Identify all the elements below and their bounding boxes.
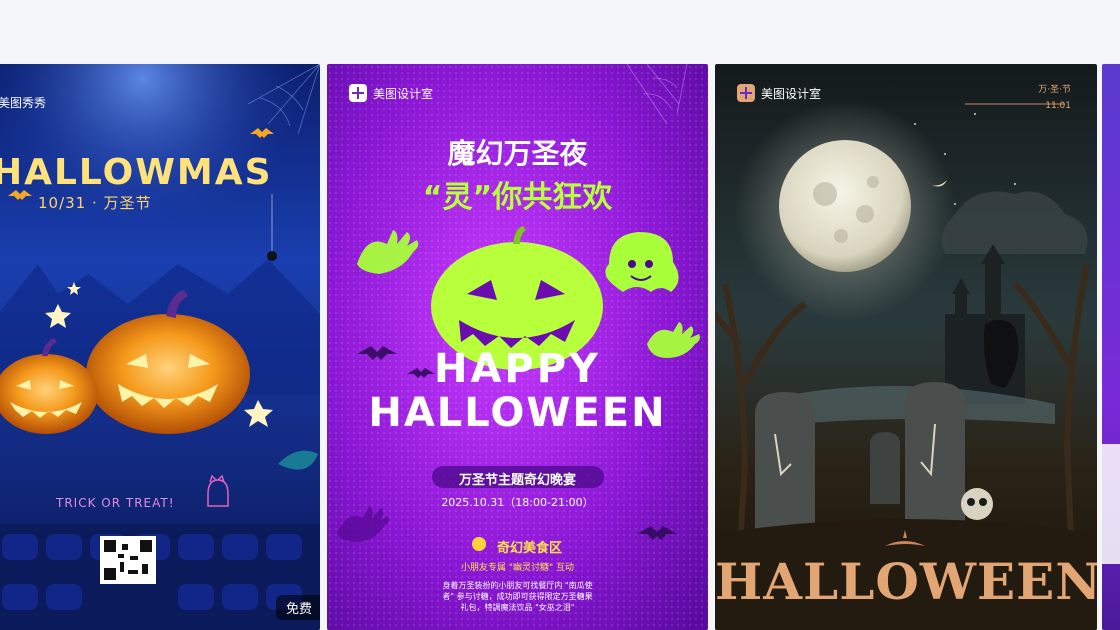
body-line-2: 者" 参与讨糖，成功即可获得限定万圣糖果 [442,592,593,601]
brand-label: 美图设计室 [737,84,821,102]
poster-tagline: TRICK OR TREAT! [56,496,175,510]
brand-label: 美图秀秀 [0,94,46,111]
event-time: 2025.10.31（18:00-21:00） [441,496,594,509]
brand-name: 美图设计室 [761,86,822,101]
body-line-1: 身着万圣装扮的小朋友可找餐厅内 "南瓜使 [442,581,593,590]
corner-date: 11.01 [1045,101,1071,111]
corner-text: 万·圣·节 [1038,85,1071,95]
corner-label: 万·圣·节 11.01 [1038,84,1071,112]
poster-gallery: 美图秀秀 HALLOWMAS 10/31 · 万圣节 TRICK OR TREA… [0,0,1120,630]
template-card-graveyard-halloween[interactable]: 美图设计室 万·圣·节 11.01 HALLOWEEN [715,64,1097,630]
section-title: 奇幻美食区 [496,541,562,556]
graveyard-poster-art [715,64,1097,630]
happy-text: HAPPY [433,346,602,392]
template-card-partial[interactable] [1102,64,1120,630]
template-card-hallowmas[interactable]: 美图秀秀 HALLOWMAS 10/31 · 万圣节 TRICK OR TREA… [0,64,320,630]
free-badge: 免费 [275,595,320,620]
event-title: 万圣节主题奇幻晚宴 [458,473,576,488]
partial-poster-art [1102,64,1120,630]
section-body: 身着万圣装扮的小朋友可找餐厅内 "南瓜使 者" 参与讨糖，成功即可获得限定万圣糖… [327,580,708,613]
headline-line-1: 魔幻万圣夜 [447,137,588,170]
brand-name: 美图秀秀 [0,96,47,110]
brand-name: 美图设计室 [373,86,434,101]
poster-date: 10/31 · 万圣节 [38,194,152,212]
hallowmas-poster-art [0,64,320,630]
poster-title: HALLOWMAS [0,152,273,193]
template-card-magic-halloween[interactable]: 美图设计室 魔幻万圣夜 “灵”你共狂欢 HAPPY HALLOWEEN 万圣节主… [327,64,708,630]
halloween-text: HALLOWEEN [368,390,667,436]
headline-line-2: “灵”你共狂欢 [422,180,613,215]
brand-label: 美图设计室 [349,84,433,102]
poster-title: HALLOWEEN [715,552,1097,611]
brand-logo-icon [349,84,367,102]
body-line-3: 礼包，特調魔法饮品 "女巫之泪" [460,603,575,612]
section-subtitle: 小朋友专属 "幽灵讨糖" 互动 [460,563,574,573]
brand-logo-icon [737,84,755,102]
